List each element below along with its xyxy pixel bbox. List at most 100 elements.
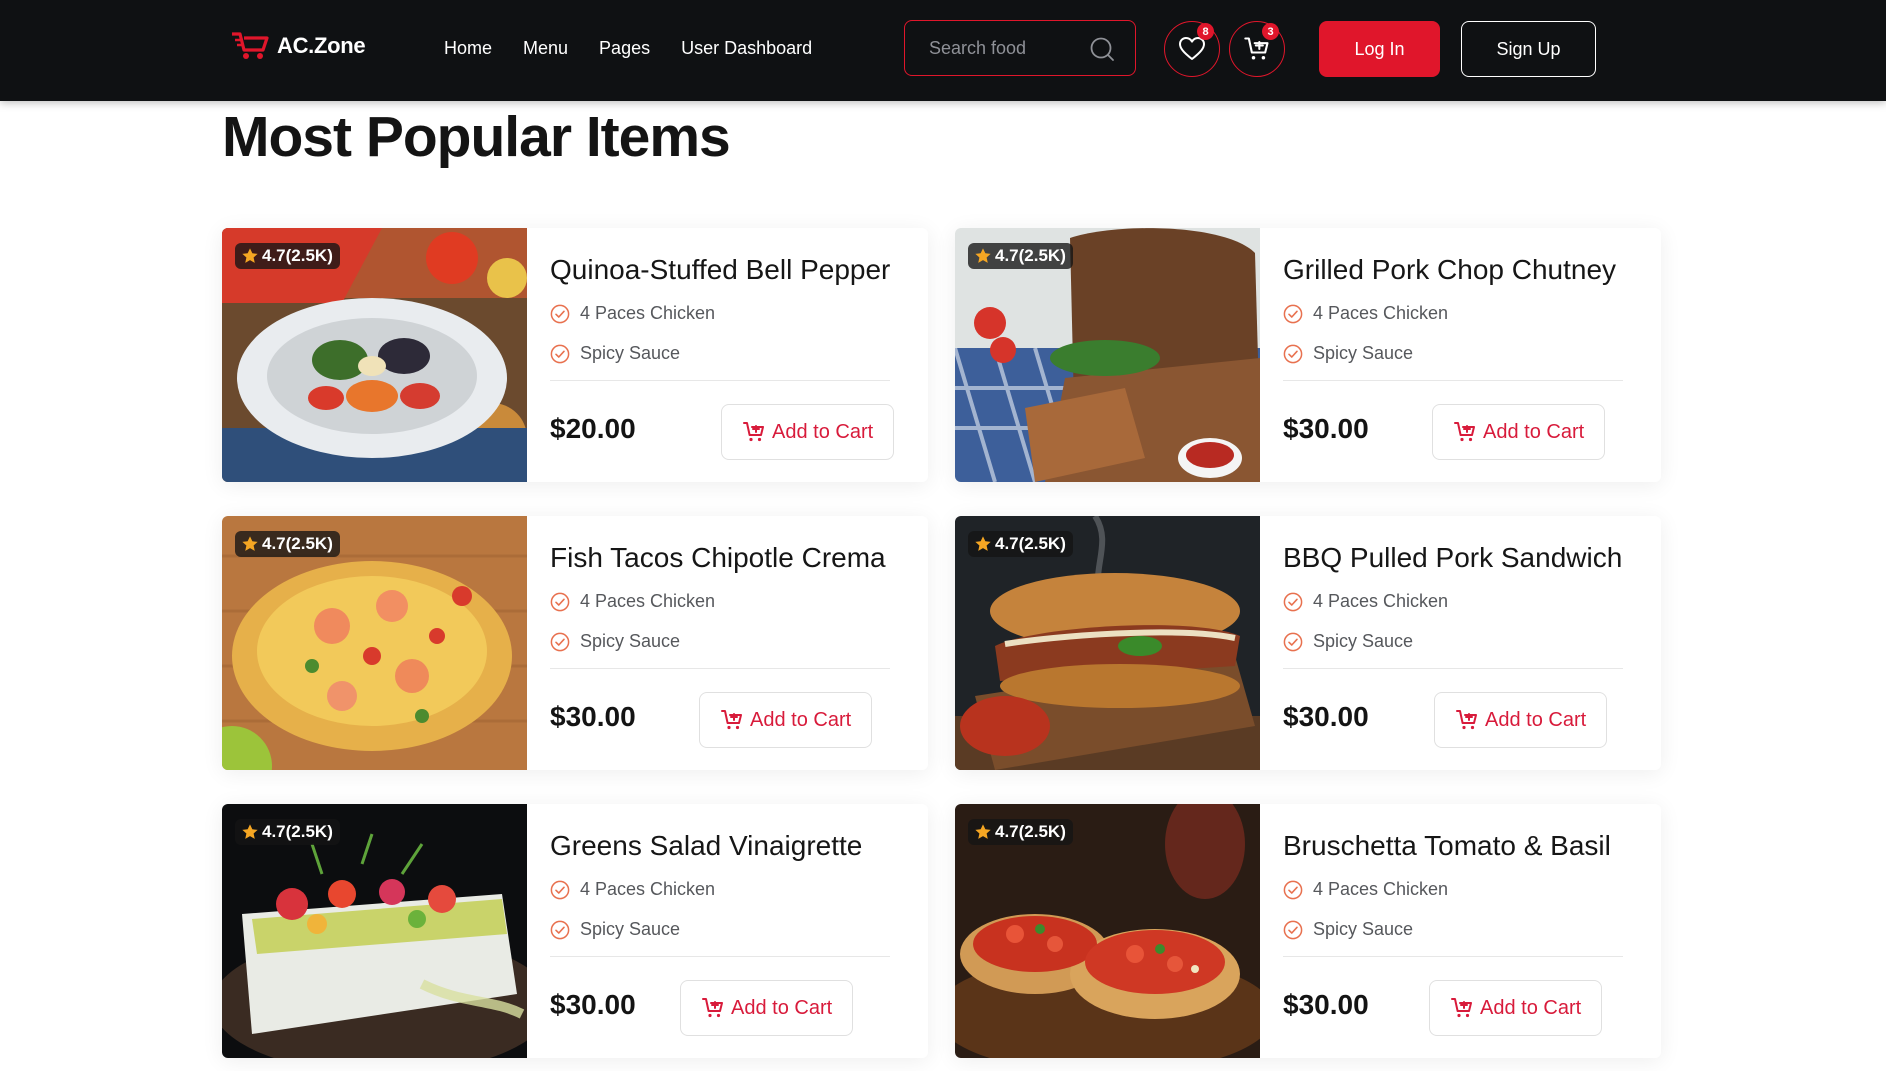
feature-label: 4 Paces Chicken [580,591,716,611]
top-navbar: AC.Zone Home Menu Pages User Dashboard 8… [0,0,1886,101]
heart-icon [1179,37,1205,60]
feature-item: 4 Paces Chicken [1283,879,1448,900]
price: $30.00 [550,989,636,1020]
feature-label: 4 Paces Chicken [1313,303,1449,323]
check-circle-icon [1283,632,1303,652]
rating-value: 4.7(2.5K) [262,822,333,841]
feature-label: Spicy Sauce [580,343,681,363]
rating-value: 4.7(2.5K) [995,822,1066,841]
add-to-cart-label: Add to Cart [1483,420,1585,443]
feature-item: 4 Paces Chicken [550,591,715,612]
add-to-cart-label: Add to Cart [1480,996,1582,1019]
feature-label: Spicy Sauce [1313,343,1414,363]
item-name[interactable]: Bruschetta Tomato & Basil [1283,830,1611,862]
check-circle-icon [550,592,570,612]
rating-value: 4.7(2.5K) [995,246,1066,265]
check-circle-icon [1283,880,1303,900]
rating-badge: 4.7(2.5K) [968,243,1073,269]
add-to-cart-button[interactable]: Add to Cart [680,980,854,1036]
rating-badge: 4.7(2.5K) [968,531,1073,557]
divider [550,380,890,381]
feature-label: Spicy Sauce [580,919,681,939]
item-name[interactable]: Quinoa-Stuffed Bell Pepper [550,254,890,286]
nav-home[interactable]: Home [444,38,492,59]
feature-item: Spicy Sauce [1283,343,1413,364]
feature-item: 4 Paces Chicken [1283,591,1448,612]
star-icon [241,247,259,265]
product-card[interactable]: 4.7(2.5K) Fish Tacos Chipotle Crema 4 Pa… [222,516,928,770]
feature-item: Spicy Sauce [1283,919,1413,940]
feature-item: Spicy Sauce [550,631,680,652]
check-circle-icon [1283,920,1303,940]
price: $30.00 [1283,989,1369,1020]
signup-button[interactable]: Sign Up [1461,21,1596,77]
check-circle-icon [1283,304,1303,324]
star-icon [241,823,259,841]
item-name[interactable]: Grilled Pork Chop Chutney [1283,254,1616,286]
cart-plus-icon [701,996,725,1020]
divider [1283,668,1623,669]
divider [550,956,890,957]
divider [1283,956,1623,957]
nav-pages[interactable]: Pages [599,38,650,59]
rating-badge: 4.7(2.5K) [235,819,340,845]
search-icon[interactable] [1089,36,1115,62]
check-circle-icon [550,920,570,940]
add-to-cart-label: Add to Cart [731,996,833,1019]
feature-label: Spicy Sauce [1313,631,1414,651]
add-to-cart-button[interactable]: Add to Cart [1434,692,1608,748]
star-icon [241,535,259,553]
add-to-cart-button[interactable]: Add to Cart [1429,980,1603,1036]
nav-user-dashboard[interactable]: User Dashboard [681,38,812,59]
product-card[interactable]: 4.7(2.5K) Quinoa-Stuffed Bell Pepper 4 P… [222,228,928,482]
logo-text: AC.Zone [277,33,366,58]
divider [1283,380,1623,381]
rating-value: 4.7(2.5K) [262,534,333,553]
search-input[interactable] [927,36,1091,60]
check-circle-icon [550,880,570,900]
cart-button[interactable]: 3 [1229,21,1285,77]
search-box [904,20,1136,76]
item-name[interactable]: BBQ Pulled Pork Sandwich [1283,542,1622,574]
star-icon [974,823,992,841]
section-title: Most Popular Items [222,105,731,169]
product-card[interactable]: 4.7(2.5K) Grilled Pork Chop Chutney 4 Pa… [955,228,1661,482]
rating-badge: 4.7(2.5K) [968,819,1073,845]
price: $20.00 [550,413,636,444]
rating-badge: 4.7(2.5K) [235,243,340,269]
check-circle-icon [1283,344,1303,364]
check-circle-icon [550,632,570,652]
add-to-cart-button[interactable]: Add to Cart [721,404,895,460]
feature-item: Spicy Sauce [550,343,680,364]
add-to-cart-button[interactable]: Add to Cart [699,692,873,748]
feature-item: Spicy Sauce [550,919,680,940]
add-to-cart-label: Add to Cart [772,420,874,443]
check-circle-icon [1283,592,1303,612]
feature-label: Spicy Sauce [580,631,681,651]
feature-item: Spicy Sauce [1283,631,1413,652]
item-name[interactable]: Greens Salad Vinaigrette [550,830,862,862]
item-name[interactable]: Fish Tacos Chipotle Crema [550,542,886,574]
feature-item: 4 Paces Chicken [1283,303,1448,324]
add-to-cart-label: Add to Cart [750,708,852,731]
wishlist-count-badge: 8 [1197,23,1214,40]
product-card[interactable]: 4.7(2.5K) BBQ Pulled Pork Sandwich 4 Pac… [955,516,1661,770]
star-icon [974,535,992,553]
logo[interactable]: AC.Zone [231,31,366,61]
feature-item: 4 Paces Chicken [550,879,715,900]
cart-plus-icon [1455,708,1479,732]
cart-plus-icon [742,420,766,444]
rating-value: 4.7(2.5K) [995,534,1066,553]
add-to-cart-button[interactable]: Add to Cart [1432,404,1606,460]
nav-menu[interactable]: Menu [523,38,568,59]
feature-label: 4 Paces Chicken [1313,591,1449,611]
product-card[interactable]: 4.7(2.5K) Greens Salad Vinaigrette 4 Pac… [222,804,928,1058]
feature-label: 4 Paces Chicken [1313,879,1449,899]
wishlist-button[interactable]: 8 [1164,21,1220,77]
login-button[interactable]: Log In [1319,21,1440,77]
star-icon [974,247,992,265]
cart-count-badge: 3 [1262,23,1279,40]
product-card[interactable]: 4.7(2.5K) Bruschetta Tomato & Basil 4 Pa… [955,804,1661,1058]
cart-plus-icon [720,708,744,732]
feature-label: 4 Paces Chicken [580,303,716,323]
